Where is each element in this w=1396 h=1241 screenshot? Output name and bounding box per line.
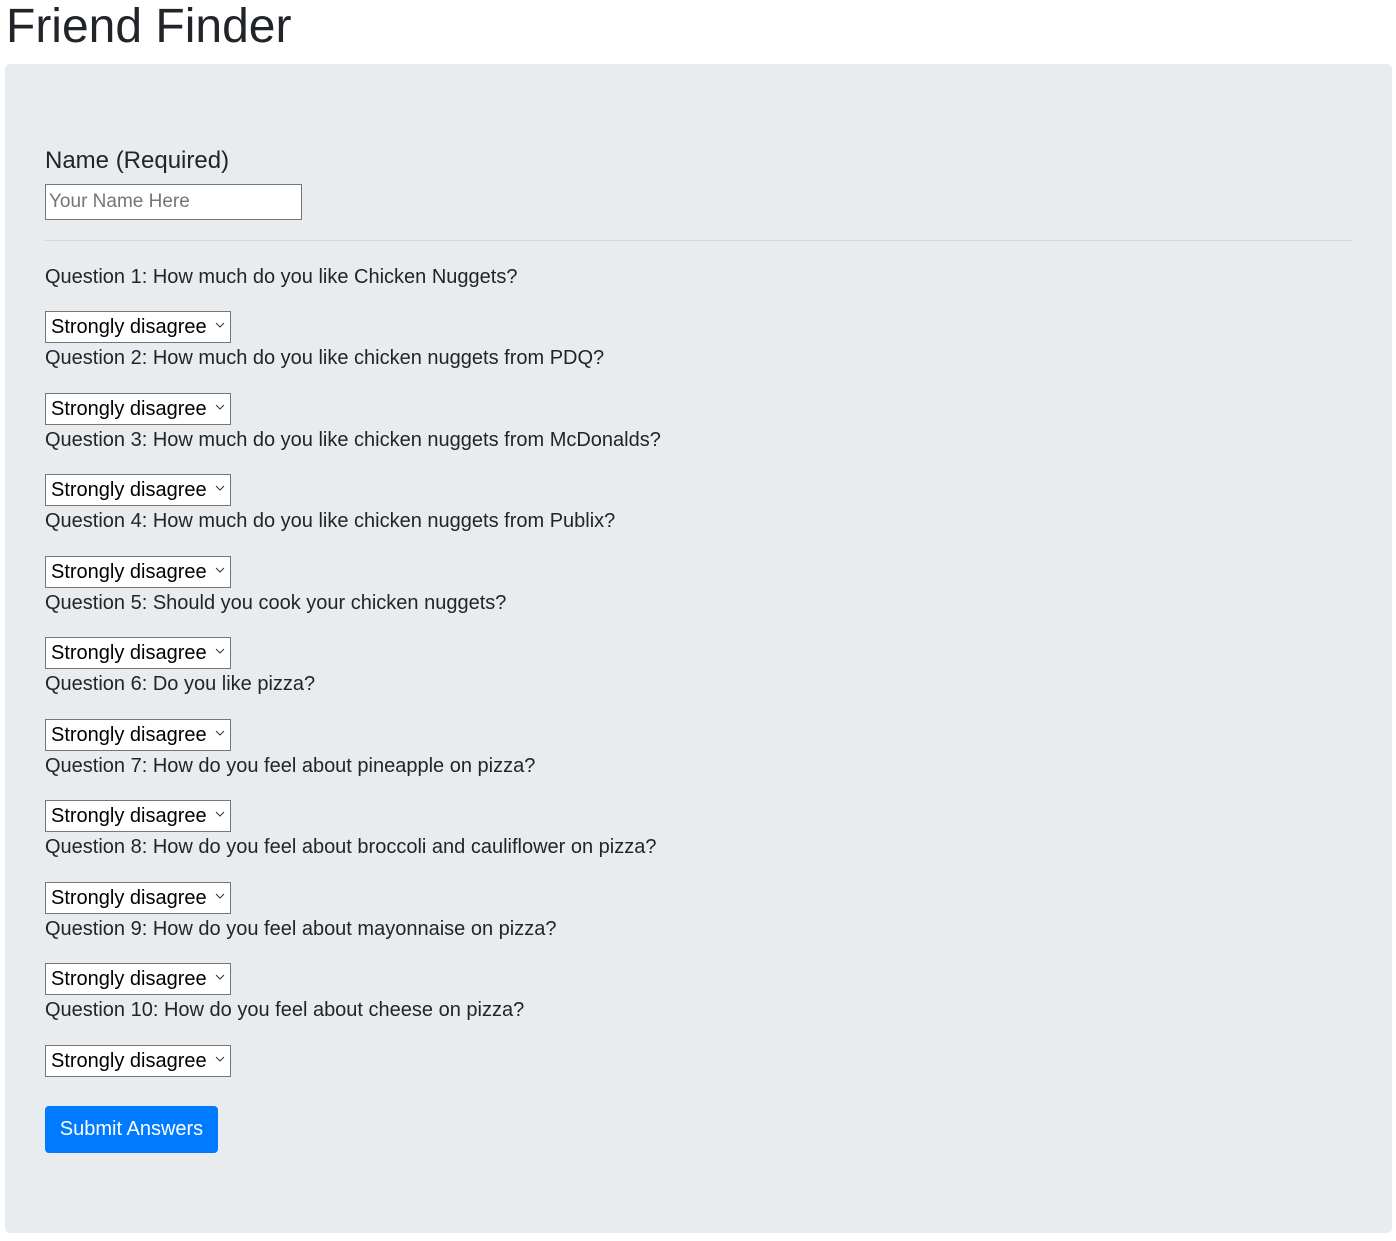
section-divider	[45, 240, 1352, 241]
question-1-label: Question 1: How much do you like Chicken…	[45, 266, 518, 288]
chevron-down-icon	[215, 648, 225, 654]
question-6-selected-value: Strongly disagree	[51, 724, 207, 746]
question-4-select[interactable]: Strongly disagree	[45, 556, 231, 588]
question-1-selected-value: Strongly disagree	[51, 316, 207, 338]
chevron-down-icon	[215, 893, 225, 899]
question-6-label: Question 6: Do you like pizza?	[45, 673, 316, 695]
question-5-select[interactable]: Strongly disagree	[45, 637, 231, 669]
chevron-down-icon	[215, 730, 225, 736]
question-7-label: Question 7: How do you feel about pineap…	[45, 755, 536, 777]
chevron-down-icon	[215, 322, 225, 328]
question-7-selected-value: Strongly disagree	[51, 805, 207, 827]
chevron-down-icon	[215, 404, 225, 410]
question-1-select[interactable]: Strongly disagree	[45, 311, 231, 343]
question-2-label: Question 2: How much do you like chicken…	[45, 347, 605, 369]
question-8-label: Question 8: How do you feel about brocco…	[45, 836, 657, 858]
question-8-select[interactable]: Strongly disagree	[45, 882, 231, 914]
chevron-down-icon	[215, 1056, 225, 1062]
question-9-select[interactable]: Strongly disagree	[45, 963, 231, 995]
name-label: Name (Required)	[45, 147, 230, 174]
question-4-selected-value: Strongly disagree	[51, 561, 207, 583]
question-3-select[interactable]: Strongly disagree	[45, 474, 231, 506]
question-3-selected-value: Strongly disagree	[51, 479, 207, 501]
chevron-down-icon	[215, 485, 225, 491]
question-8-selected-value: Strongly disagree	[51, 887, 207, 909]
question-3-label: Question 3: How much do you like chicken…	[45, 429, 661, 451]
chevron-down-icon	[215, 567, 225, 573]
question-6-select[interactable]: Strongly disagree	[45, 719, 231, 751]
chevron-down-icon	[215, 811, 225, 817]
question-10-label: Question 10: How do you feel about chees…	[45, 999, 525, 1021]
submit-answers-button[interactable]: Submit Answers	[45, 1106, 218, 1153]
question-10-selected-value: Strongly disagree	[51, 1050, 207, 1072]
question-5-label: Question 5: Should you cook your chicken…	[45, 592, 507, 614]
question-10-select[interactable]: Strongly disagree	[45, 1045, 231, 1077]
page-title: Friend Finder	[6, 0, 292, 53]
question-4-label: Question 4: How much do you like chicken…	[45, 510, 616, 532]
question-7-select[interactable]: Strongly disagree	[45, 800, 231, 832]
question-9-selected-value: Strongly disagree	[51, 968, 207, 990]
question-2-select[interactable]: Strongly disagree	[45, 393, 231, 425]
name-input[interactable]	[45, 184, 302, 220]
chevron-down-icon	[215, 974, 225, 980]
question-2-selected-value: Strongly disagree	[51, 398, 207, 420]
question-9-label: Question 9: How do you feel about mayonn…	[45, 918, 557, 940]
survey-panel: Name (Required) Question 1: How much do …	[5, 64, 1392, 1233]
question-5-selected-value: Strongly disagree	[51, 642, 207, 664]
